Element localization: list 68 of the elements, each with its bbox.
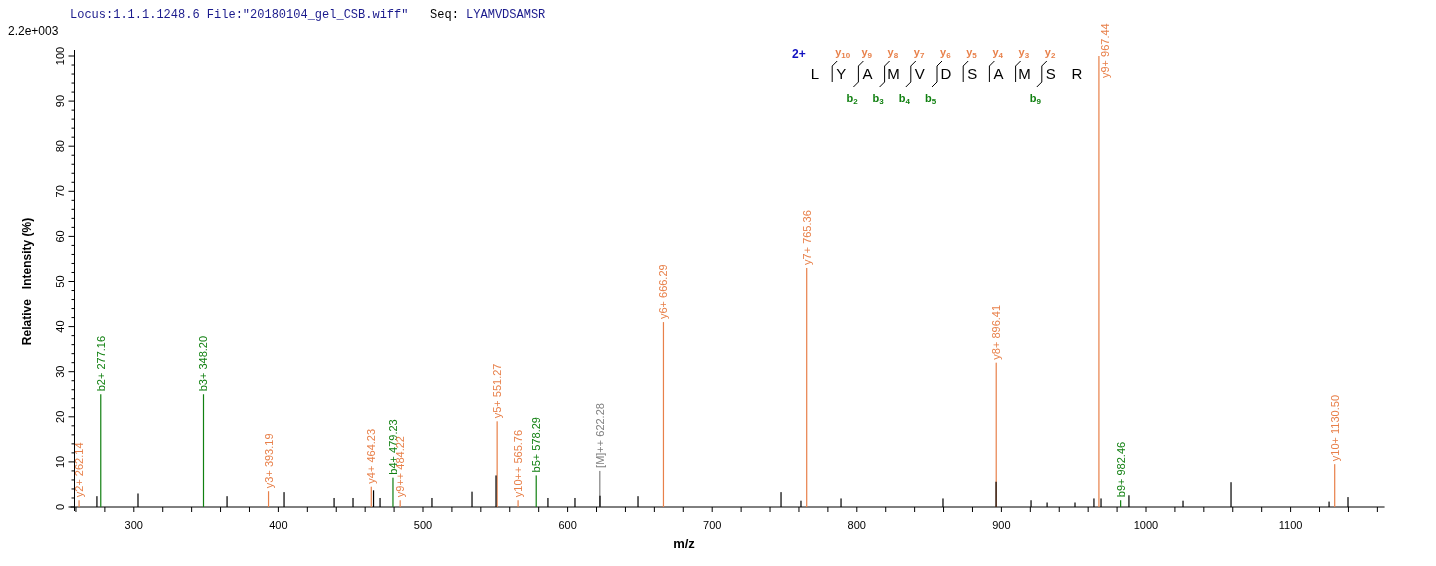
peak-label: y6+ 666.29 xyxy=(657,264,670,320)
peak-label: b3+ 348.20 xyxy=(197,335,210,392)
axis-tick-label: 10 xyxy=(54,455,66,468)
seq-label: Seq: xyxy=(430,7,459,23)
axis-tick-label: 700 xyxy=(703,519,722,531)
axis-tick-label: 500 xyxy=(413,519,433,531)
y-ion-label: y$_{2}$ xyxy=(1044,46,1056,62)
charge-label: 2+ xyxy=(792,47,806,61)
residue-letter: A xyxy=(992,65,1005,83)
b-ion-label: b$_{3}$ xyxy=(872,92,884,108)
residue-letter: M xyxy=(1018,65,1032,83)
residue-letter: S xyxy=(966,65,979,83)
peak-label: y10++ 565.76 xyxy=(512,429,525,498)
y-ion-label: y$_{8}$ xyxy=(887,46,899,62)
file-name: File:"20180104_gel_CSB.wiff" xyxy=(206,7,409,23)
b-ion-label: b$_{5}$ xyxy=(925,92,937,108)
axis-tick-label: 800 xyxy=(847,519,866,531)
axis-tick-label: 900 xyxy=(992,519,1011,531)
peak-label: b9+ 982.46 xyxy=(1114,441,1127,498)
peak-label: y9+ 967.44 xyxy=(1098,23,1111,78)
residue-letter: M xyxy=(887,65,901,83)
axis-tick-label: 100 xyxy=(54,46,66,66)
residue-letter: R xyxy=(1070,65,1084,83)
b-ion-label: b$_{4}$ xyxy=(898,92,910,108)
peak-label: [M]++ 622.28 xyxy=(593,403,606,468)
x-axis-title: m/z xyxy=(673,536,695,551)
axis-tick-label: 300 xyxy=(124,519,143,531)
axis-tick-label: 70 xyxy=(54,185,66,198)
intensity-scale: 2.2e+003 xyxy=(8,24,59,38)
axis-tick-label: 600 xyxy=(558,519,577,531)
y-ion-label: y$_{6}$ xyxy=(940,46,951,62)
y-ion-label: y$_{3}$ xyxy=(1018,46,1030,62)
axis-tick-label: 1000 xyxy=(1133,519,1159,531)
peak-label: y4+ 464.23 xyxy=(365,428,378,484)
b-ion-label: b$_{9}$ xyxy=(1029,92,1041,108)
y-ion-label: y$_{7}$ xyxy=(913,46,925,62)
residue-letter: D xyxy=(939,65,953,83)
axis-tick-label: 60 xyxy=(54,230,66,243)
axis-tick-label: 1100 xyxy=(1278,519,1303,531)
axis-tick-label: 400 xyxy=(269,519,288,531)
peak-label: b2+ 277.16 xyxy=(94,335,107,392)
y-ion-label: y$_{10}$ xyxy=(835,46,851,62)
sequence-text: LYAMVDSAMSR xyxy=(466,7,546,23)
peak-label: y2+ 262.14 xyxy=(73,442,86,498)
b-ion-label: b$_{2}$ xyxy=(846,92,858,108)
y-axis-title: Relative Intensity (%) xyxy=(20,217,34,346)
axis-tick-label: 90 xyxy=(54,94,66,108)
axis-tick-label: 30 xyxy=(54,365,66,378)
peak-label: y7+ 765.36 xyxy=(800,210,813,265)
axis-tick-label: 50 xyxy=(54,275,66,288)
y-ion-label: y$_{5}$ xyxy=(966,46,977,62)
axis-tick-label: 20 xyxy=(54,410,66,423)
peak-label: b5+ 578.29 xyxy=(530,417,543,473)
axis-tick-label: 80 xyxy=(54,140,66,153)
residue-letter: V xyxy=(913,65,926,83)
peak-label: y5+ 551.27 xyxy=(491,363,504,419)
peak-label: y8+ 896.41 xyxy=(990,304,1003,360)
y-ion-label: y$_{4}$ xyxy=(992,46,1003,62)
residue-letter: S xyxy=(1044,65,1057,83)
residue-letter: L xyxy=(809,65,821,83)
y-ion-label: y$_{9}$ xyxy=(861,46,872,62)
locus-label: Locus:1.1.1.1248.6 xyxy=(70,7,200,23)
axis-tick-label: 40 xyxy=(54,320,66,333)
peak-label: y3+ 393.19 xyxy=(262,433,275,489)
axis-tick-label: 0 xyxy=(54,503,66,511)
residue-letter: Y xyxy=(835,65,848,83)
residue-letter: A xyxy=(861,65,874,83)
peak-label: y10+ 1130.50 xyxy=(1328,395,1341,462)
